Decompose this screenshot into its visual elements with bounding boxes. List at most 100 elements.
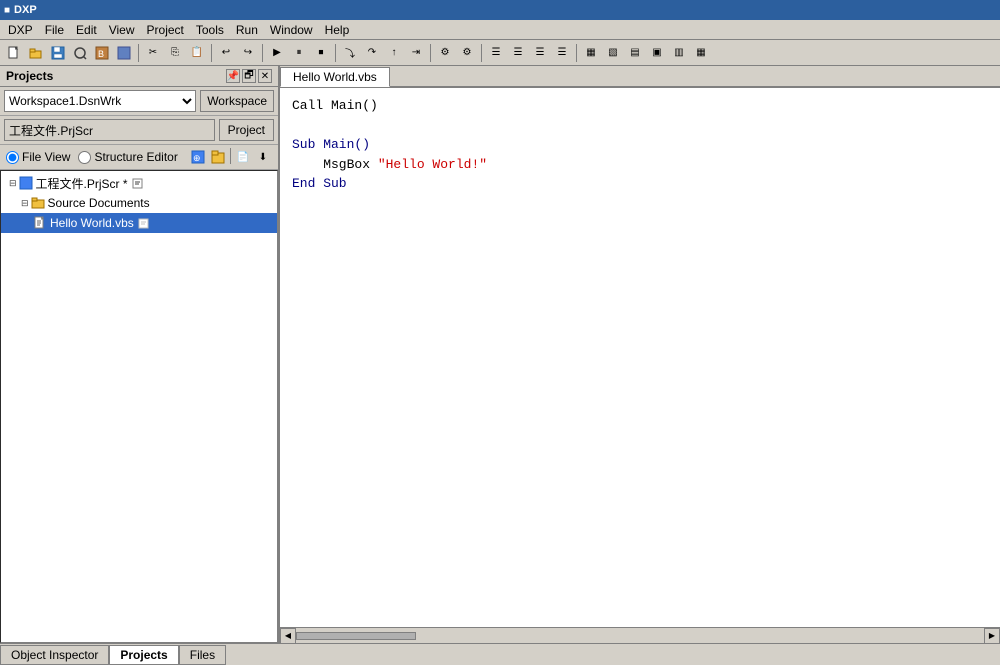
menu-run[interactable]: Run	[230, 21, 264, 39]
code-line-1: Call Main()	[292, 96, 988, 116]
browse-button[interactable]	[70, 43, 90, 63]
structure-editor-radio-label[interactable]: Structure Editor	[78, 150, 177, 164]
tab-bar: Hello World.vbs	[280, 66, 1000, 88]
bottom-tab-projects[interactable]: Projects	[109, 645, 178, 665]
menu-bar: DXP File Edit View Project Tools Run Win…	[0, 20, 1000, 40]
menu-edit[interactable]: Edit	[70, 21, 103, 39]
step-into-button[interactable]: ⤵	[340, 43, 360, 63]
indent3-button[interactable]: ☰	[530, 43, 550, 63]
panel-title: Projects	[6, 69, 53, 83]
tree-icon2-button[interactable]	[209, 148, 227, 166]
compile2-button[interactable]: ⚙	[457, 43, 477, 63]
svg-text:⊕: ⊕	[193, 153, 201, 163]
menu-tools[interactable]: Tools	[190, 21, 230, 39]
run-button[interactable]: ▶	[267, 43, 287, 63]
misc3-button[interactable]: ▤	[625, 43, 645, 63]
menu-dxp[interactable]: DXP	[2, 21, 39, 39]
redo-button[interactable]: ↪	[238, 43, 258, 63]
right-panel: Hello World.vbs Call Main() Sub Main() M…	[280, 66, 1000, 643]
panel-controls: 📌 🗗 ✕	[226, 69, 272, 83]
editor-tab[interactable]: Hello World.vbs	[280, 67, 390, 87]
indent2-button[interactable]: ☰	[508, 43, 528, 63]
step-out-button[interactable]: ↑	[384, 43, 404, 63]
panel-header: Projects 📌 🗗 ✕	[0, 66, 278, 87]
copy-button[interactable]: ⎘	[165, 43, 185, 63]
scroll-left-button[interactable]: ◀	[280, 628, 296, 644]
main-container: Projects 📌 🗗 ✕ Workspace1.DsnWrk Workspa…	[0, 66, 1000, 643]
menu-window[interactable]: Window	[264, 21, 319, 39]
pin-button[interactable]: 📌	[226, 69, 240, 83]
toolbar-sep-1	[138, 44, 139, 62]
file-view-label: File View	[22, 150, 70, 164]
project-button[interactable]: Project	[219, 119, 274, 141]
new-button[interactable]	[4, 43, 24, 63]
bottom-tab-files[interactable]: Files	[179, 645, 226, 665]
pause-button[interactable]: ⏸	[289, 43, 309, 63]
toolbar-sep-4	[335, 44, 336, 62]
code-editor[interactable]: Call Main() Sub Main() MsgBox "Hello Wor…	[280, 88, 1000, 627]
title-bar: ■ DXP	[0, 0, 1000, 20]
menu-project[interactable]: Project	[141, 21, 190, 39]
title-text: DXP	[14, 4, 37, 16]
workspace-row: Workspace1.DsnWrk Workspace	[0, 87, 278, 116]
radio-row: File View Structure Editor ⊕ 📄 ⬇	[0, 145, 278, 170]
bottom-tab-object-inspector[interactable]: Object Inspector	[0, 645, 109, 665]
stop-button[interactable]: ⏹	[311, 43, 331, 63]
root-expand-icon[interactable]: ⊟	[9, 178, 17, 189]
toolbar-sep-7	[576, 44, 577, 62]
toolbar-sep-5	[430, 44, 431, 62]
indent1-button[interactable]: ☰	[486, 43, 506, 63]
misc2-button[interactable]: ▧	[603, 43, 623, 63]
tree-root-item[interactable]: ⊟ 工程文件.PrjScr *	[1, 173, 277, 193]
file-view-radio[interactable]	[6, 151, 19, 164]
scroll-track[interactable]	[296, 632, 984, 640]
close-panel-button[interactable]: ✕	[258, 69, 272, 83]
tree-root-label: 工程文件.PrjScr *	[36, 175, 128, 192]
scroll-right-button[interactable]: ▶	[984, 628, 1000, 644]
run-cursor-button[interactable]: ⇥	[406, 43, 426, 63]
left-panel: Projects 📌 🗗 ✕ Workspace1.DsnWrk Workspa…	[0, 66, 280, 643]
workspace-dropdown[interactable]: Workspace1.DsnWrk	[4, 90, 196, 112]
folder-expand-icon[interactable]: ⊟	[21, 198, 29, 209]
undo-button[interactable]: ↩	[216, 43, 236, 63]
paste-button[interactable]: 📋	[187, 43, 207, 63]
code-line-2	[292, 116, 988, 136]
save-button[interactable]	[48, 43, 68, 63]
undock-button[interactable]: 🗗	[242, 69, 256, 83]
horizontal-scrollbar[interactable]: ◀ ▶	[280, 627, 1000, 643]
toolbar-sep-6	[481, 44, 482, 62]
menu-file[interactable]: File	[39, 21, 70, 39]
build1-button[interactable]: B	[92, 43, 112, 63]
misc1-button[interactable]: ▦	[581, 43, 601, 63]
compile-button[interactable]: ⚙	[435, 43, 455, 63]
indent4-button[interactable]: ☰	[552, 43, 572, 63]
toolbar-sep-2	[211, 44, 212, 62]
open-button[interactable]	[26, 43, 46, 63]
misc4-button[interactable]: ▣	[647, 43, 667, 63]
tree-folder-item[interactable]: ⊟ Source Documents	[1, 193, 277, 213]
tree-file-item[interactable]: Hello World.vbs	[1, 213, 277, 233]
tree-file-label: Hello World.vbs	[50, 216, 134, 230]
project-input[interactable]	[4, 119, 215, 141]
tree-icon1-button[interactable]: ⊕	[189, 148, 207, 166]
toolbar-sep-3	[262, 44, 263, 62]
misc5-button[interactable]: ▥	[669, 43, 689, 63]
misc6-button[interactable]: ▦	[691, 43, 711, 63]
structure-editor-label: Structure Editor	[94, 150, 177, 164]
structure-editor-radio[interactable]	[78, 151, 91, 164]
step-over-button[interactable]: ↷	[362, 43, 382, 63]
code-line-4: MsgBox "Hello World!"	[292, 155, 988, 175]
workspace-button[interactable]: Workspace	[200, 90, 274, 112]
tree-icon4-button[interactable]: ⬇	[254, 148, 272, 166]
file-tree: ⊟ 工程文件.PrjScr * ⊟	[0, 170, 278, 643]
code-line-3: Sub Main()	[292, 135, 988, 155]
svg-text:B: B	[98, 49, 104, 59]
file-view-radio-label[interactable]: File View	[6, 150, 70, 164]
cut-button[interactable]: ✂	[143, 43, 163, 63]
scroll-thumb[interactable]	[296, 632, 416, 640]
menu-help[interactable]: Help	[319, 21, 356, 39]
build2-button[interactable]	[114, 43, 134, 63]
tree-icon3-button[interactable]: 📄	[234, 148, 252, 166]
menu-view[interactable]: View	[103, 21, 141, 39]
toolbar: B ✂ ⎘ 📋 ↩ ↪ ▶ ⏸ ⏹ ⤵ ↷ ↑ ⇥ ⚙ ⚙ ☰ ☰ ☰ ☰ ▦ …	[0, 40, 1000, 66]
